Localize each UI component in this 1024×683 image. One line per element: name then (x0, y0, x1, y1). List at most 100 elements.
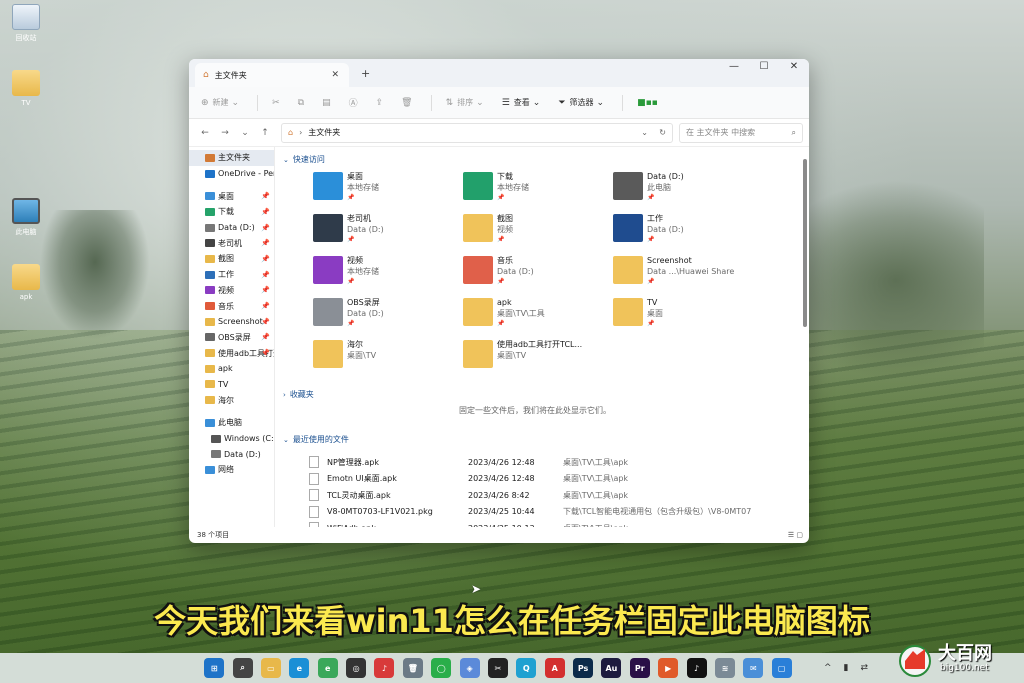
recent-file-row[interactable]: WiFiAdb.apk2023/4/25 10:13桌面\TV\工具\apk (309, 520, 779, 527)
paste-button[interactable]: ▤ (322, 98, 335, 108)
sidebar-item[interactable]: OBS录屏 📌 (189, 330, 274, 346)
battery-icon[interactable]: ▮ (844, 663, 849, 673)
delete-button[interactable]: 🗑 (401, 98, 416, 108)
quick-access-item[interactable]: 截图 视频 📌 (463, 214, 608, 254)
share-button[interactable]: ⇪ (376, 98, 388, 108)
taskbar-app-10-icon[interactable]: ◈ (459, 658, 480, 678)
quick-access-item[interactable]: Data (D:) 此电脑 📌 (613, 172, 758, 212)
sidebar-item[interactable]: 网络 (189, 462, 274, 478)
new-tab-button[interactable]: + (361, 67, 370, 80)
recent-file-row[interactable]: V8-0MT0703-LF1V021.pkg 2023/4/25 10:44 下载\… (309, 504, 779, 520)
recent-file-row[interactable]: NP管理器.apk 2023/4/26 12:48 桌面\TV\工具\apk (309, 454, 779, 470)
desktop-icon-recycle-bin[interactable]: 回收站 (0, 4, 52, 43)
quick-access-item[interactable]: OBS录屏 Data (D:) 📌 (313, 298, 458, 338)
taskbar-search-icon[interactable]: ⌕ (232, 658, 253, 678)
sidebar-item[interactable]: 此电脑 (189, 415, 274, 431)
tab-home[interactable]: ⌂ 主文件夹 ✕ (195, 63, 349, 87)
taskbar-netease-music-icon[interactable]: ♪ (374, 658, 395, 678)
close-button[interactable]: ✕ (779, 59, 809, 87)
sidebar-item[interactable]: Windows (C:) (189, 431, 274, 447)
quick-access-item[interactable]: Screenshot Data ...\Huawei Share 📌 (613, 256, 758, 296)
taskbar-app-17-icon[interactable]: ▶ (658, 658, 679, 678)
taskbar-capcut-icon[interactable]: ✂ (487, 658, 508, 678)
quick-access-item[interactable]: apk 桌面\TV\工具 📌 (463, 298, 608, 338)
back-button[interactable]: ← (195, 128, 215, 138)
desktop-icon-tv[interactable]: TV (0, 70, 52, 107)
quick-access-header[interactable]: ⌄ 快速访问 (283, 154, 325, 165)
taskbar-wechat-icon[interactable]: ◯ (431, 658, 452, 678)
recent-file-row[interactable]: Emotn UI桌面.apk 2023/4/26 12:48 桌面\TV\工具\ap… (309, 471, 779, 487)
recent-file-row[interactable]: TCL灵动桌面.apk 2023/4/26 8:42 桌面\TV\工具\apk (309, 487, 779, 503)
sidebar-item[interactable]: 截图 📌 (189, 251, 274, 267)
cut-button[interactable]: ✂ (272, 98, 284, 108)
rename-button[interactable]: Ⓐ (349, 96, 362, 109)
taskbar-app-20-icon[interactable]: ✉ (743, 658, 764, 678)
recent-locations-button[interactable]: ⌄ (235, 128, 255, 138)
quick-access-item[interactable]: TV 桌面 📌 (613, 298, 758, 338)
refresh-icon[interactable]: ↻ (659, 128, 666, 137)
more-options-button[interactable]: ■▪▪ (637, 98, 662, 108)
sidebar-item[interactable]: 老司机 📌 (189, 235, 274, 251)
up-button[interactable]: ↑ (255, 128, 275, 138)
sidebar-item[interactable]: 海尔 (189, 392, 274, 408)
quick-access-item[interactable]: 下载 本地存储 📌 (463, 172, 608, 212)
quick-access-item[interactable]: 音乐 Data (D:) 📌 (463, 256, 608, 296)
view-toggle[interactable]: ☰ ▢ (788, 531, 803, 539)
sidebar-item[interactable]: 使用adb工具打开📌 (189, 345, 274, 361)
search-input[interactable]: 在 主文件夹 中搜索 ⌕ (679, 122, 803, 143)
taskbar-photoshop-icon[interactable]: Ps (573, 658, 594, 678)
sidebar-item[interactable]: 视频 📌 (189, 283, 274, 299)
quick-settings-icon[interactable]: ⇄ (861, 663, 869, 673)
recycle-bin-icon (12, 4, 40, 30)
taskbar-edge-icon[interactable]: e (289, 658, 310, 678)
sidebar-item[interactable]: OneDrive - Per (189, 166, 274, 182)
taskbar-premiere-icon[interactable]: Pr (629, 658, 650, 678)
favorites-header[interactable]: › 收藏夹 (283, 389, 314, 400)
chevron-down-icon[interactable]: ⌄ (641, 128, 648, 137)
sidebar-item[interactable]: Data (D:) (189, 446, 274, 462)
taskbar-start-icon[interactable]: ⊞ (204, 658, 225, 678)
vertical-scrollbar[interactable] (801, 149, 809, 525)
sidebar-item[interactable]: 桌面 📌 (189, 188, 274, 204)
taskbar-app-19-icon[interactable]: ≋ (714, 658, 735, 678)
maximize-button[interactable]: ☐ (749, 59, 779, 87)
quick-access-item[interactable]: 桌面 本地存储 📌 (313, 172, 458, 212)
taskbar-app-12-icon[interactable]: Q (516, 658, 537, 678)
address-bar[interactable]: ⌂ › 主文件夹 ⌄ ↻ (281, 122, 673, 143)
file-location: 桌面\TV\工具\apk (563, 490, 629, 500)
sidebar-item[interactable]: 音乐 📌 (189, 298, 274, 314)
minimize-button[interactable]: — (719, 59, 749, 87)
sort-button[interactable]: ⇅ 排序 ⌄ (446, 97, 488, 108)
sidebar-item[interactable]: 下载 📌 (189, 204, 274, 220)
taskbar-acrobat-icon[interactable]: A (544, 658, 565, 678)
desktop-icon-apk[interactable]: apk (0, 264, 52, 301)
new-button[interactable]: ⊕ 新建 ⌄ (201, 97, 243, 108)
quick-access-item[interactable]: 老司机 Data (D:) 📌 (313, 214, 458, 254)
sidebar-item[interactable]: apk (189, 361, 274, 377)
taskbar-file-explorer-icon[interactable]: ▭ (260, 658, 281, 678)
quick-access-item[interactable]: 视频 本地存储 📌 (313, 256, 458, 296)
tab-close-icon[interactable]: ✕ (331, 70, 339, 80)
sidebar-item[interactable]: TV (189, 377, 274, 393)
recent-files-header[interactable]: ⌄ 最近使用的文件 (283, 434, 349, 445)
quick-access-item[interactable]: 工作 Data (D:) 📌 (613, 214, 758, 254)
show-hidden-icons-button[interactable]: ^ (824, 663, 832, 673)
quick-access-item[interactable]: 海尔 桌面\TV (313, 340, 458, 380)
filter-button[interactable]: ⏷ 筛选器 ⌄ (558, 97, 608, 108)
forward-button[interactable]: → (215, 128, 235, 138)
taskbar-edge-dev-icon[interactable]: e (317, 658, 338, 678)
copy-button[interactable]: ⧉ (298, 98, 308, 108)
quick-access-item[interactable]: 使用adb工具打开TCL... 桌面\TV (463, 340, 608, 380)
sidebar-item[interactable]: 主文件夹 (189, 150, 274, 166)
taskbar-tiktok-icon[interactable]: ♪ (686, 658, 707, 678)
view-button[interactable]: ☰ 查看 ⌄ (502, 97, 545, 108)
sidebar-item[interactable]: 工作 📌 (189, 267, 274, 283)
taskbar-app-21-icon[interactable]: ▢ (771, 658, 792, 678)
sidebar-item[interactable]: Data (D:) 📌 (189, 220, 274, 236)
taskbar-chrome-icon[interactable]: ◎ (346, 658, 367, 678)
sidebar-item[interactable]: Screenshot 📌 (189, 314, 274, 330)
desktop-icon-this-pc[interactable]: 此电脑 (0, 198, 52, 237)
taskbar-audition-icon[interactable]: Au (601, 658, 622, 678)
taskbar-recycle-icon[interactable]: 🗑 (402, 658, 423, 678)
scrollbar-thumb[interactable] (803, 159, 807, 327)
